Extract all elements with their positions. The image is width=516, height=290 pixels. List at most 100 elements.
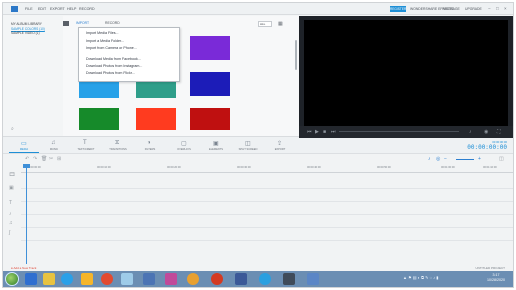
clock[interactable]: 3:17 10/28/2020 bbox=[487, 273, 505, 283]
record-voiceover-icon[interactable]: ◎ bbox=[436, 156, 440, 162]
track-voiceover[interactable] bbox=[21, 228, 513, 241]
undo-icon[interactable]: ↶ bbox=[25, 156, 29, 162]
tab-label: TEXT/CREDIT bbox=[77, 148, 95, 151]
cut-icon[interactable]: ✂ bbox=[49, 156, 53, 162]
track-text[interactable] bbox=[21, 202, 513, 215]
window-app-icon[interactable] bbox=[307, 273, 319, 285]
tab-split-screen[interactable]: ◫ SPLIT SCREEN bbox=[233, 139, 263, 153]
project-name: UNTITLED PROJECT bbox=[475, 266, 505, 270]
tab-label: EXPORT bbox=[274, 148, 286, 151]
track-pip[interactable] bbox=[21, 189, 513, 202]
fullscreen-icon[interactable]: ⛶ bbox=[497, 129, 501, 135]
photos-icon[interactable] bbox=[165, 273, 177, 285]
track-music[interactable] bbox=[21, 215, 513, 228]
crop-icon[interactable]: ⊞ bbox=[57, 156, 61, 162]
add-track-link[interactable]: ● Add a New Track bbox=[11, 266, 36, 270]
taskbar: ▲ ⚑ ▤ ◐ ⧉ ✎ ◌ ♪ ▮ 3:17 10/28/2020 bbox=[3, 271, 513, 287]
maximize-icon[interactable]: □ bbox=[496, 6, 499, 11]
grid-view-icon[interactable]: ▦ bbox=[278, 21, 283, 27]
tab-music[interactable]: ♫ MUSIC bbox=[39, 139, 69, 153]
menu-help[interactable]: HELP bbox=[67, 7, 76, 11]
transition-icon: ⧖ bbox=[115, 140, 120, 146]
import-media-files-option[interactable]: Import Media Files... bbox=[86, 31, 119, 35]
calendar-app-icon[interactable] bbox=[25, 273, 37, 285]
image-track-icon: ▣ bbox=[9, 185, 14, 191]
chrome-icon[interactable] bbox=[101, 273, 113, 285]
download-instagram-option[interactable]: Download Photos from Instagram... bbox=[86, 64, 142, 68]
zoom-out-icon[interactable]: − bbox=[444, 156, 447, 162]
message-link[interactable]: MESSAGE bbox=[443, 7, 460, 11]
file-explorer-icon[interactable] bbox=[121, 273, 133, 285]
media-app-icon[interactable] bbox=[81, 273, 93, 285]
tick-label: 00:01:00:00 bbox=[441, 166, 455, 169]
track-video-1[interactable] bbox=[21, 176, 513, 189]
tab-filters[interactable]: ◑ FILTERS bbox=[135, 139, 165, 153]
thumbnail-purple[interactable] bbox=[190, 36, 230, 60]
minimize-icon[interactable]: − bbox=[488, 6, 491, 11]
volume-icon[interactable]: ♪ bbox=[469, 129, 472, 135]
title-bar: FILE EDIT EXPORT HELP RECORD REGISTER WO… bbox=[3, 3, 513, 15]
redo-icon[interactable]: ↷ bbox=[33, 156, 37, 162]
playhead[interactable] bbox=[26, 164, 27, 264]
menu-edit[interactable]: EDIT bbox=[38, 7, 46, 11]
tab-media[interactable]: ▭ MEDIA bbox=[9, 139, 39, 153]
folder-icon[interactable] bbox=[63, 21, 69, 26]
tab-label: ELEMENTS bbox=[209, 148, 223, 151]
register-button[interactable]: REGISTER bbox=[390, 6, 406, 12]
skype-icon[interactable] bbox=[259, 273, 271, 285]
tab-label: MUSIC bbox=[49, 148, 59, 151]
folder-app-icon[interactable] bbox=[43, 273, 55, 285]
time-ruler[interactable]: 00:00:00:00 00:00:10:00 00:00:20:00 00:0… bbox=[21, 164, 513, 173]
close-icon[interactable]: × bbox=[504, 6, 507, 11]
thumbnail-navy[interactable] bbox=[190, 72, 230, 96]
outlook-icon[interactable] bbox=[143, 273, 155, 285]
thumbnail-orange[interactable] bbox=[136, 108, 176, 130]
tab-overlays[interactable]: ▢ OVERLAYS bbox=[169, 139, 199, 153]
menu-record[interactable]: RECORD bbox=[79, 7, 95, 11]
next-frame-icon[interactable]: ⏭ bbox=[331, 129, 336, 135]
fit-timeline-icon[interactable]: ◫ bbox=[499, 156, 504, 162]
previous-frame-icon[interactable]: ⏮ bbox=[307, 129, 312, 135]
filmora-app-icon[interactable] bbox=[283, 273, 295, 285]
facebook-icon[interactable] bbox=[235, 273, 247, 285]
record-dropdown-button[interactable]: RECORD bbox=[105, 21, 120, 25]
play-icon[interactable]: ▶ bbox=[315, 129, 319, 135]
app-logo-icon bbox=[11, 6, 18, 12]
download-facebook-option[interactable]: Download Media from Facebook... bbox=[86, 57, 141, 61]
library-item-video[interactable]: SAMPLE VIDEO (1) bbox=[11, 31, 40, 35]
tick-label: 00:00:40:00 bbox=[307, 166, 321, 169]
tab-export[interactable]: ⇪ EXPORT bbox=[265, 139, 295, 153]
tab-transitions[interactable]: ⧖ TRANSITIONS bbox=[103, 139, 133, 153]
stop-icon[interactable]: ■ bbox=[323, 129, 326, 135]
firefox-icon[interactable] bbox=[187, 273, 199, 285]
search-icon[interactable]: ⌕ bbox=[11, 126, 14, 132]
media-scrollbar[interactable] bbox=[295, 40, 297, 70]
elements-icon: ▣ bbox=[213, 141, 219, 147]
tab-label: TRANSITIONS bbox=[109, 148, 127, 151]
start-button[interactable] bbox=[5, 272, 19, 286]
import-dropdown-button[interactable]: IMPORT bbox=[76, 21, 89, 25]
tab-text-credit[interactable]: T TEXT/CREDIT bbox=[71, 139, 101, 153]
download-flickr-option[interactable]: Download Photos from Flickr... bbox=[86, 71, 135, 75]
snapshot-icon[interactable]: ◉ bbox=[484, 129, 488, 135]
zoom-slider[interactable] bbox=[456, 159, 474, 160]
filter-select[interactable]: ALL bbox=[258, 21, 272, 27]
upgrade-link[interactable]: UPGRADE bbox=[465, 7, 482, 11]
thumbnail-red[interactable] bbox=[190, 108, 230, 130]
playback-progress-bar[interactable] bbox=[339, 131, 459, 132]
delete-icon[interactable]: 🗑 bbox=[41, 156, 47, 162]
tick-label: 00:00:30:00 bbox=[237, 166, 251, 169]
clock-time: 3:17 bbox=[492, 273, 500, 277]
thumbnail-green[interactable] bbox=[79, 108, 119, 130]
internet-explorer-icon[interactable] bbox=[61, 273, 73, 285]
import-from-camera-option[interactable]: Import from Camera or Phone... bbox=[86, 46, 137, 50]
import-media-folder-option[interactable]: Import a Media Folder... bbox=[86, 39, 124, 43]
opera-icon[interactable] bbox=[211, 273, 223, 285]
menu-file[interactable]: FILE bbox=[25, 7, 33, 11]
preview-controls: ⏮ ▶ ■ ⏭ ♪ ◉ ⛶ bbox=[299, 126, 513, 138]
system-tray[interactable]: ▲ ⚑ ▤ ◐ ⧉ ✎ ◌ ♪ ▮ bbox=[403, 275, 438, 280]
tab-elements[interactable]: ▣ ELEMENTS bbox=[201, 139, 231, 153]
menu-export[interactable]: EXPORT bbox=[50, 7, 65, 11]
audio-mixer-icon[interactable]: ♪ bbox=[428, 156, 431, 162]
zoom-in-icon[interactable]: + bbox=[478, 156, 481, 162]
